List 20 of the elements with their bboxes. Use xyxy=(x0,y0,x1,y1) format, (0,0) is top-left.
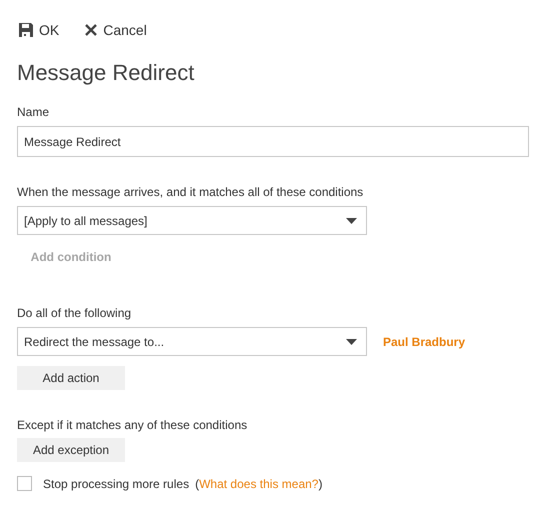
save-icon xyxy=(19,23,33,37)
name-field[interactable]: Message Redirect xyxy=(17,126,529,157)
section-label: Except if it matches any of these conditions xyxy=(17,417,248,433)
section-label: When the message arrives, and it matches all of these conditions xyxy=(17,184,364,200)
checkbox-label: Stop processing more rules xyxy=(43,476,190,490)
cancel-button[interactable]: Cancel xyxy=(85,22,147,38)
caret-icon xyxy=(346,338,357,344)
parenthesis: ) xyxy=(318,476,322,490)
ok-button[interactable]: OK xyxy=(19,22,60,38)
close-icon xyxy=(85,24,98,36)
caret-icon xyxy=(346,218,357,224)
condition-dropdown[interactable]: [Apply to all messages] xyxy=(17,206,367,235)
section-label: Do all of the following xyxy=(17,305,132,321)
action-dropdown[interactable]: Redirect the message to... xyxy=(17,327,367,356)
add-exception-button[interactable]: Add exception xyxy=(17,438,125,462)
parenthesis: ( xyxy=(195,476,200,490)
add-action-button[interactable]: Add action xyxy=(17,366,125,390)
field-label: Name xyxy=(17,104,50,120)
page-title: Message Redirect xyxy=(17,59,196,87)
checkbox[interactable] xyxy=(17,476,32,491)
